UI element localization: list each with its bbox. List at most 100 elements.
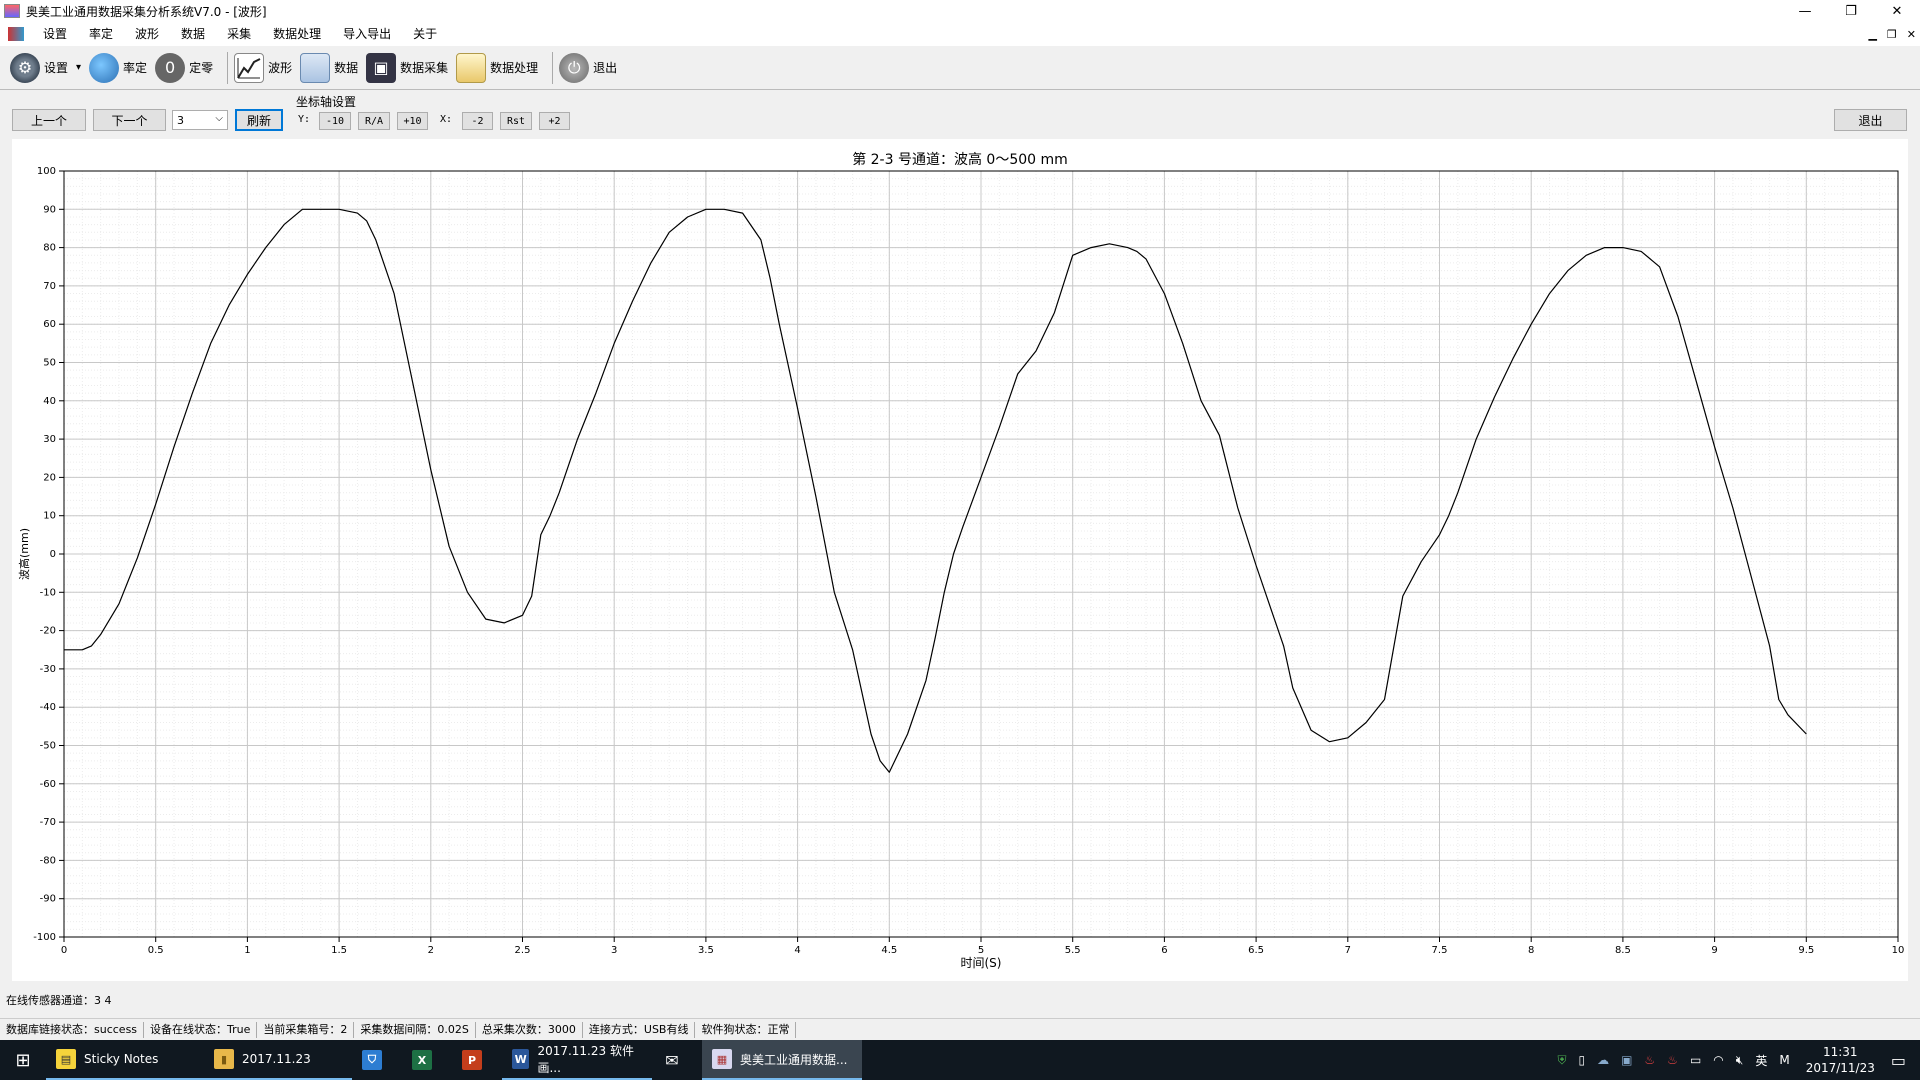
y-tick-label: -80: [40, 855, 56, 866]
menu-import-export[interactable]: 导入导出: [332, 22, 402, 46]
x-tick-label: 8: [1528, 945, 1534, 956]
cloud-icon[interactable]: ☁: [1597, 1053, 1609, 1067]
clock-date: 2017/11/23: [1805, 1061, 1875, 1075]
taskbar-mail[interactable]: ✉: [652, 1040, 702, 1080]
taskbar-folder[interactable]: ▮ 2017.11.23: [204, 1040, 352, 1080]
clock[interactable]: 11:31 2017/11/23: [1806, 1044, 1875, 1076]
windows-start-icon[interactable]: ⊞: [0, 1040, 46, 1080]
menu-calibrate[interactable]: 率定: [78, 22, 124, 46]
taskbar-store[interactable]: ⛉: [352, 1040, 402, 1080]
y-tick-label: 50: [43, 358, 56, 369]
toolbar-separator: [227, 51, 229, 84]
acquisition-tool-button[interactable]: ▣ 数据采集: [366, 50, 448, 86]
battery-icon[interactable]: ▭: [1690, 1053, 1701, 1067]
shield-icon[interactable]: ⛨: [1557, 1053, 1566, 1068]
data-tool-button[interactable]: 数据: [300, 50, 358, 86]
menu-about[interactable]: 关于: [402, 22, 448, 46]
mdi-child-icon[interactable]: [8, 27, 24, 41]
taskbar-excel[interactable]: X: [402, 1040, 452, 1080]
app-tray-icon-2[interactable]: ♨: [1667, 1053, 1678, 1067]
x-tick-label: 4: [794, 945, 800, 956]
app-tray-icon[interactable]: ♨: [1644, 1053, 1655, 1067]
y-tick-label: -30: [40, 664, 56, 675]
calibrate-tool-button[interactable]: 率定: [89, 50, 147, 86]
chevron-down-icon: ⌵: [215, 113, 223, 124]
exit-button[interactable]: 退出: [1834, 109, 1907, 131]
x-tick-label: 1: [244, 945, 250, 956]
x-tick-label: 5.5: [1065, 945, 1081, 956]
taskbar-powerpoint[interactable]: P: [452, 1040, 502, 1080]
y-reset-auto-button[interactable]: R/A: [358, 112, 390, 130]
y-minus-10-button[interactable]: -10: [319, 112, 351, 130]
mdi-restore-button[interactable]: ❐: [1887, 28, 1897, 41]
y-tick-label: 60: [43, 319, 56, 330]
exit-tool-label: 退出: [593, 61, 618, 75]
menu-waveform[interactable]: 波形: [124, 22, 170, 46]
usb-icon[interactable]: ▯: [1578, 1053, 1585, 1067]
taskbar-word[interactable]: W 2017.11.23 软件画...: [502, 1040, 652, 1080]
refresh-button[interactable]: 刷新: [235, 109, 283, 131]
y-tick-label: -100: [33, 932, 56, 943]
word-icon: W: [512, 1049, 530, 1069]
minimize-button[interactable]: —: [1782, 0, 1828, 22]
menu-data[interactable]: 数据: [170, 22, 216, 46]
status-device-online: 设备在线状态：True: [144, 1021, 258, 1038]
x-tick-label: 5: [978, 945, 984, 956]
taskbar-sticky-notes[interactable]: ▤ Sticky Notes: [46, 1040, 204, 1080]
mdi-minimize-button[interactable]: ▁: [1868, 28, 1876, 41]
x-tick-label: 2.5: [515, 945, 531, 956]
sticky-notes-icon: ▤: [56, 1049, 76, 1069]
y-tick-label: 10: [43, 511, 56, 522]
gear-icon: ⚙: [10, 52, 40, 83]
processing-tool-button[interactable]: 数据处理: [456, 50, 538, 86]
window-title: 奥美工业通用数据采集分析系统V7.0 - [波形]: [26, 4, 267, 19]
restore-button[interactable]: ❐: [1828, 0, 1874, 22]
online-sensor-channels: 在线传感器通道：3 4: [6, 994, 112, 1007]
input-language-indicator[interactable]: 英: [1755, 1052, 1767, 1069]
power-icon: ⏻: [559, 52, 590, 83]
settings-tool-button[interactable]: ⚙ 设置 ▾: [10, 50, 81, 86]
folder-icon: ▮: [214, 1049, 234, 1069]
mdi-close-button[interactable]: ✕: [1907, 28, 1916, 41]
status-dongle: 软件狗状态：正常: [695, 1021, 797, 1038]
menu-settings[interactable]: 设置: [32, 22, 78, 46]
status-current-box: 当前采集箱号：2: [257, 1021, 355, 1038]
toolbar-separator: [552, 51, 554, 84]
close-button[interactable]: ✕: [1874, 0, 1920, 22]
channel-select-value: 3: [177, 113, 184, 127]
x-plus-2-button[interactable]: +2: [539, 112, 570, 130]
volume-muted-icon[interactable]: 🔇︎: [1736, 1053, 1744, 1068]
wifi-icon[interactable]: ◠: [1713, 1053, 1723, 1067]
next-button[interactable]: 下一个: [93, 109, 166, 131]
notification-icon[interactable]: ▭: [1891, 1051, 1906, 1070]
y-tick-label: 30: [43, 434, 56, 445]
waveform-glyph: [237, 57, 261, 79]
x-tick-label: 0: [61, 945, 67, 956]
x-tick-label: 3: [611, 945, 617, 956]
monitor-icon[interactable]: ▣: [1621, 1053, 1632, 1067]
exit-tool-button[interactable]: ⏻ 退出: [559, 50, 617, 86]
ime-indicator[interactable]: M: [1779, 1053, 1789, 1067]
store-icon: ⛉: [362, 1050, 382, 1070]
channel-select[interactable]: 3 ⌵: [172, 110, 228, 130]
y-plus-10-button[interactable]: +10: [397, 112, 428, 130]
waveform-chart[interactable]: 0 0.5 1 1.5 2 2.5 3 3.5 4 4.5 5 5.5 6 6.5 7 7.5 8 8.5 9 9.5…: [12, 139, 1908, 981]
x-tick-label: 3.5: [698, 945, 714, 956]
taskbar-app[interactable]: ▦ 奥美工业通用数据...: [702, 1040, 862, 1080]
menu-acquire[interactable]: 采集: [216, 22, 262, 46]
waveform-tool-button[interactable]: 波形: [234, 50, 292, 86]
y-tick-label: 0: [50, 549, 56, 560]
axis-settings-title: 坐标轴设置: [296, 95, 357, 109]
menu-processing[interactable]: 数据处理: [262, 22, 332, 46]
title-bar: 奥美工业通用数据采集分析系统V7.0 - [波形] — ❐ ✕: [0, 0, 1920, 22]
x-tick-label: 7: [1345, 945, 1351, 956]
waveform-icon: [234, 52, 265, 83]
status-bar: 数据库链接状态：success 设备在线状态：True 当前采集箱号：2 采集数…: [0, 1018, 1920, 1040]
taskbar-label: 2017.11.23: [242, 1052, 311, 1066]
prev-button[interactable]: 上一个: [12, 109, 86, 131]
zero-tool-button[interactable]: 0 定零: [155, 50, 213, 86]
x-minus-2-button[interactable]: -2: [462, 112, 493, 130]
dropdown-arrow-icon[interactable]: ▾: [76, 62, 81, 73]
x-reset-button[interactable]: Rst: [500, 112, 532, 130]
y-axis-label: 波高(mm): [17, 528, 31, 580]
